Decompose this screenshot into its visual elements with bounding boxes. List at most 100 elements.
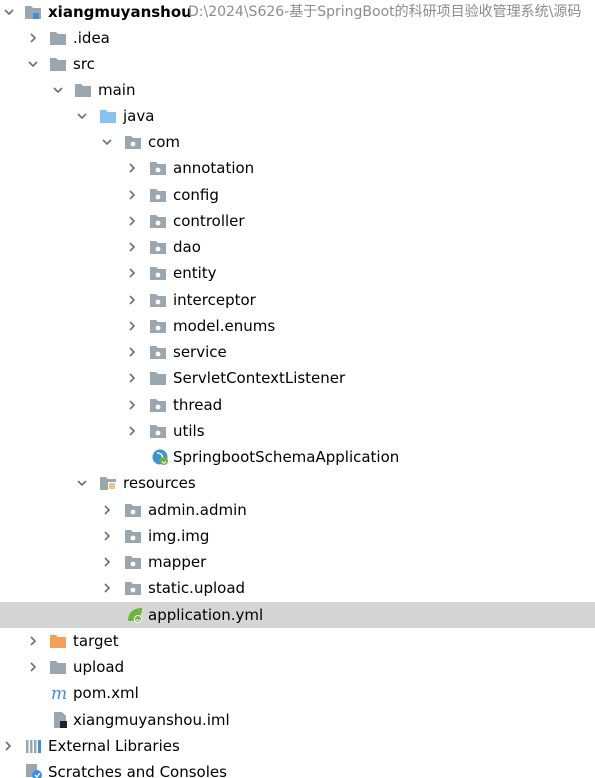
package-icon — [124, 501, 142, 519]
chevron-down-icon[interactable] — [1, 0, 17, 25]
chevron-down-icon[interactable] — [50, 77, 66, 103]
tree-item-controller[interactable]: controller — [0, 208, 595, 234]
tree-item-thread[interactable]: thread — [0, 392, 595, 418]
package-icon — [149, 317, 167, 335]
package-icon — [149, 264, 167, 282]
tree-item-service[interactable]: service — [0, 339, 595, 365]
tree-item-label: utils — [173, 422, 205, 440]
tree-item-label: interceptor — [173, 291, 256, 309]
chevron-right-icon[interactable] — [124, 182, 140, 208]
tree-item-config[interactable]: config — [0, 182, 595, 208]
chevron-right-icon[interactable] — [124, 339, 140, 365]
tree-item-dao[interactable]: dao — [0, 234, 595, 260]
excluded-folder-icon — [49, 632, 67, 650]
tree-item-application-yml[interactable]: application.yml — [0, 602, 595, 628]
package-icon — [149, 343, 167, 361]
tree-item-label: config — [173, 186, 219, 204]
chevron-right-icon[interactable] — [124, 260, 140, 286]
chevron-right-icon[interactable] — [99, 575, 115, 601]
tree-item-entity[interactable]: entity — [0, 260, 595, 286]
tree-item-label: com — [148, 133, 181, 151]
tree-item-static-upload[interactable]: static.upload — [0, 575, 595, 601]
tree-item-pom-xml[interactable]: m pom.xml — [0, 680, 595, 706]
chevron-down-icon[interactable] — [99, 129, 115, 155]
tree-item-label: .idea — [73, 29, 110, 47]
spring-boot-class-icon — [151, 448, 169, 466]
tree-item-mapper[interactable]: mapper — [0, 549, 595, 575]
folder-icon — [49, 658, 67, 676]
tree-item-project-root[interactable]: xiangmuyanshou D:\2024\S626-基于SpringBoot… — [0, 0, 595, 25]
chevron-right-icon[interactable] — [99, 549, 115, 575]
tree-item-label: External Libraries — [48, 737, 180, 755]
tree-item-label: annotation — [173, 159, 255, 177]
tree-item-label: SpringbootSchemaApplication — [173, 448, 400, 466]
tree-item-img-img[interactable]: img.img — [0, 523, 595, 549]
tree-item-label: mapper — [148, 553, 207, 571]
resources-folder-icon — [99, 474, 117, 492]
tree-item-label: main — [98, 81, 136, 99]
chevron-right-icon[interactable] — [124, 287, 140, 313]
tree-item-admin-admin[interactable]: admin.admin — [0, 497, 595, 523]
module-folder-icon — [24, 3, 42, 21]
package-icon — [124, 553, 142, 571]
tree-item-java[interactable]: java — [0, 103, 595, 129]
chevron-right-icon[interactable] — [0, 733, 16, 759]
tree-item-servlet-context-listener[interactable]: ServletContextListener — [0, 365, 595, 391]
svg-text:m: m — [51, 684, 67, 702]
tree-item-label: service — [173, 343, 227, 361]
tree-item-model-enums[interactable]: model.enums — [0, 313, 595, 339]
tree-item-label: model.enums — [173, 317, 276, 335]
maven-icon: m — [50, 684, 68, 702]
chevron-right-icon[interactable] — [99, 523, 115, 549]
chevron-right-icon[interactable] — [25, 628, 41, 654]
spring-config-icon — [126, 606, 144, 624]
package-icon — [149, 422, 167, 440]
chevron-down-icon[interactable] — [25, 51, 41, 77]
tree-item-external-libraries[interactable]: External Libraries — [0, 733, 595, 759]
package-icon — [149, 238, 167, 256]
package-icon — [124, 527, 142, 545]
chevron-right-icon[interactable] — [124, 155, 140, 181]
project-path: D:\2024\S626-基于SpringBoot的科研项目验收管理系统\源码 — [188, 4, 582, 20]
chevron-right-icon[interactable] — [124, 208, 140, 234]
package-icon — [149, 396, 167, 414]
chevron-right-icon[interactable] — [25, 25, 41, 51]
tree-item-scratches-consoles[interactable]: Scratches and Consoles — [0, 759, 595, 778]
tree-item-resources[interactable]: resources — [0, 470, 595, 496]
tree-item-springboot-schema-application[interactable]: SpringbootSchemaApplication — [0, 444, 595, 470]
tree-item-main[interactable]: main — [0, 77, 595, 103]
tree-item-upload[interactable]: upload — [0, 654, 595, 680]
chevron-right-icon[interactable] — [124, 365, 140, 391]
tree-item-label: java — [123, 107, 155, 125]
tree-item-label: static.upload — [148, 579, 246, 597]
chevron-right-icon[interactable] — [124, 392, 140, 418]
tree-item-label: xiangmuyanshou — [48, 3, 192, 21]
chevron-right-icon[interactable] — [124, 418, 140, 444]
chevron-right-icon[interactable] — [99, 497, 115, 523]
source-folder-icon — [99, 107, 117, 125]
tree-item-annotation[interactable]: annotation — [0, 155, 595, 181]
tree-item-src[interactable]: src — [0, 51, 595, 77]
tree-item-label: img.img — [148, 527, 210, 545]
tree-item-label: thread — [173, 396, 223, 414]
tree-item-label: dao — [173, 238, 201, 256]
chevron-down-icon[interactable] — [74, 103, 90, 129]
tree-item-utils[interactable]: utils — [0, 418, 595, 444]
package-icon — [149, 186, 167, 204]
package-icon — [124, 579, 142, 597]
tree-item-label: admin.admin — [148, 501, 247, 519]
chevron-right-icon[interactable] — [124, 234, 140, 260]
chevron-right-icon[interactable] — [124, 313, 140, 339]
chevron-down-icon[interactable] — [74, 470, 90, 496]
folder-icon — [49, 29, 67, 47]
tree-item-interceptor[interactable]: interceptor — [0, 287, 595, 313]
chevron-right-icon[interactable] — [25, 654, 41, 680]
tree-item-label: upload — [73, 658, 125, 676]
tree-item-label: pom.xml — [73, 684, 139, 702]
tree-item-idea[interactable]: .idea — [0, 25, 595, 51]
tree-item-label: xiangmuyanshou.iml — [73, 711, 230, 729]
tree-item-com[interactable]: com — [0, 129, 595, 155]
tree-item-target[interactable]: target — [0, 628, 595, 654]
tree-item-iml-file[interactable]: xiangmuyanshou.iml — [0, 707, 595, 733]
tree-item-label: src — [73, 55, 95, 73]
